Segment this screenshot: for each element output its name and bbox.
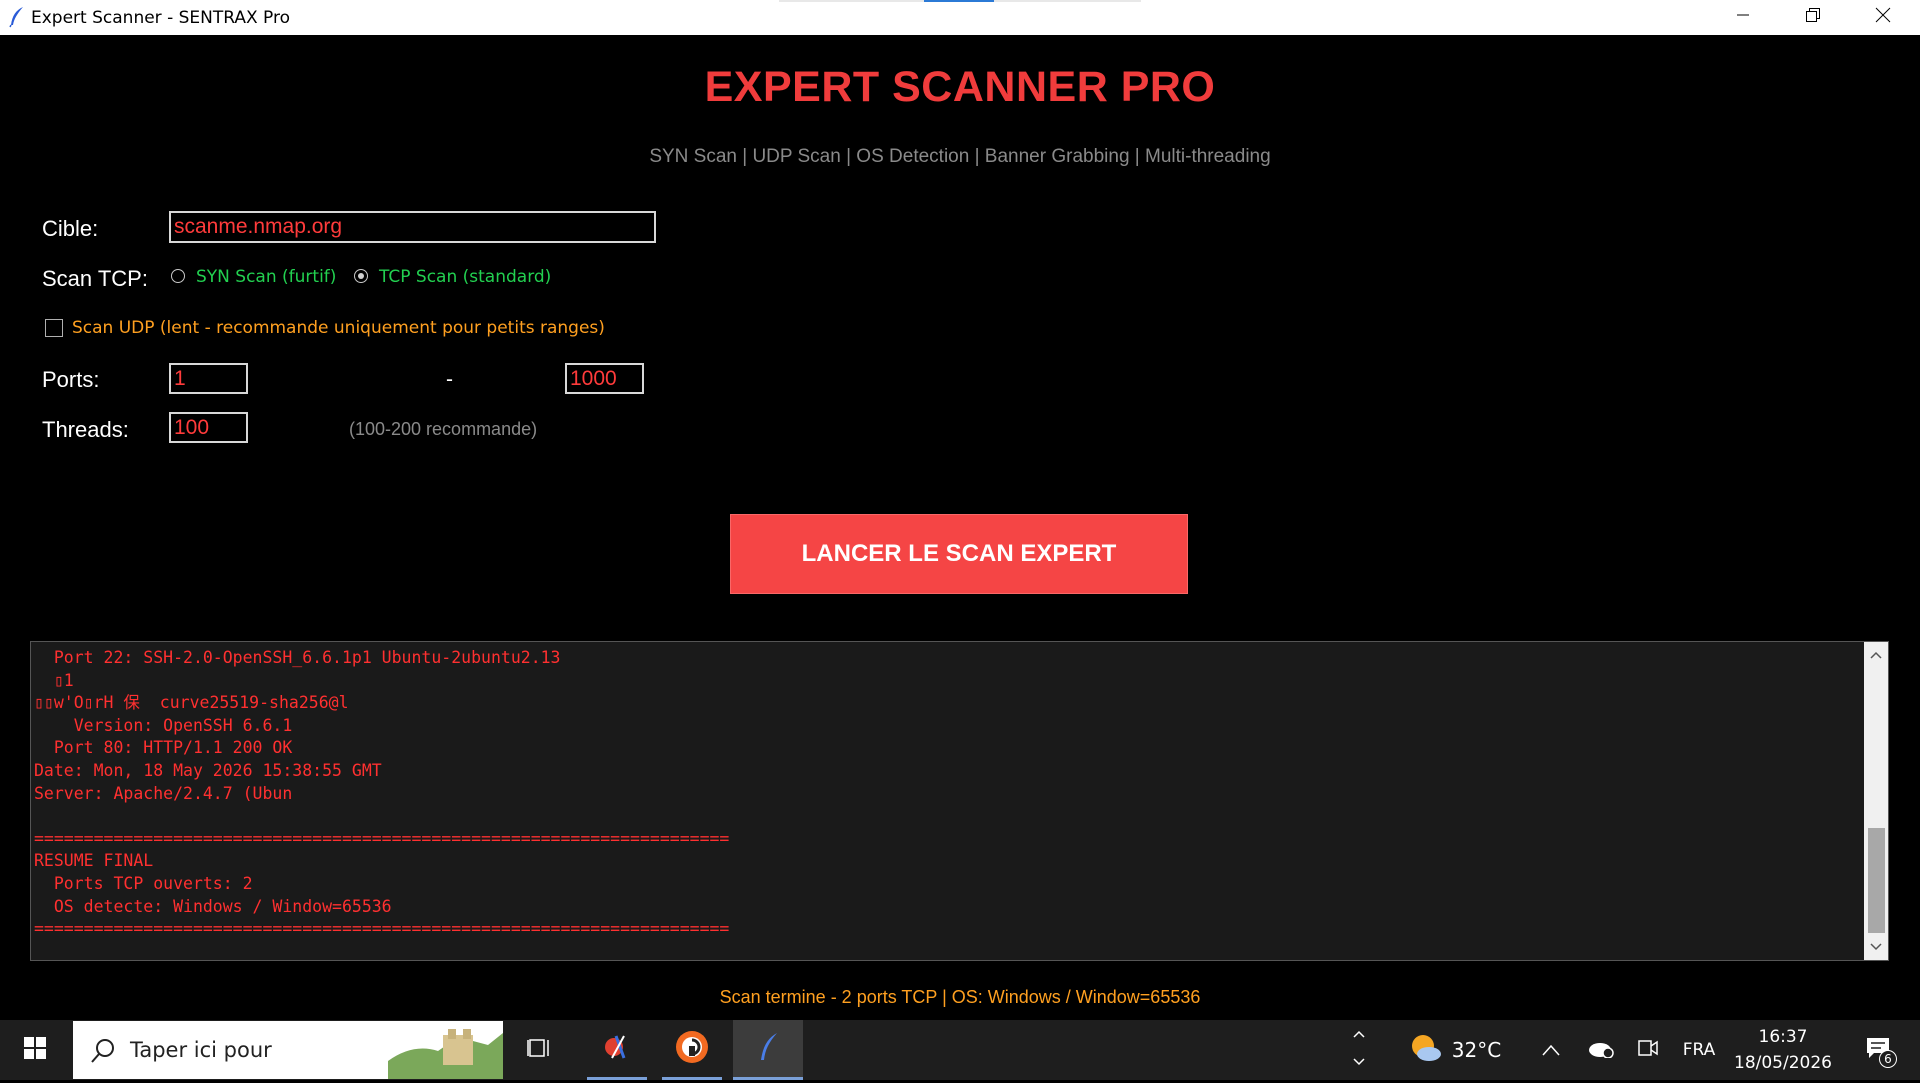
start-button[interactable] [0, 1020, 70, 1080]
windows-start-icon [23, 1036, 47, 1064]
onedrive-icon [1586, 1038, 1614, 1062]
chevron-up-down-icon [1352, 1028, 1366, 1072]
console-line: RESUME FINAL [34, 851, 154, 871]
notification-icon: 6 [1865, 1036, 1897, 1068]
language-indicator[interactable]: FRA [1678, 1020, 1720, 1080]
console-line: Server: Apache/2.4.7 (Ubun [34, 783, 293, 803]
window-titlebar: Expert Scanner - SENTRAX Pro [0, 0, 1920, 35]
meet-tray-button[interactable] [1630, 1020, 1666, 1080]
scroll-up-button[interactable] [1864, 644, 1888, 666]
taskbar-app-feather[interactable] [733, 1020, 803, 1080]
minimize-icon [1736, 8, 1750, 27]
syn-scan-label[interactable]: SYN Scan (furtif) [196, 267, 336, 287]
feather-icon [755, 1032, 781, 1066]
chevron-up-icon [1542, 1041, 1560, 1060]
weather-icon [1409, 1033, 1443, 1067]
chevron-up-icon [1870, 646, 1882, 664]
scan-output-console[interactable]: Port 22: SSH-2.0-OpenSSH_6.6.1p1 Ubuntu-… [30, 641, 1889, 961]
page-title: EXPERT SCANNER PRO [704, 63, 1216, 111]
console-line: ▯▯w'O▯rH 保 curve25519-sha256@l [34, 693, 349, 713]
close-icon [1875, 7, 1891, 28]
app-circle-icon [675, 1030, 709, 1068]
tray-overflow-button[interactable] [1535, 1020, 1567, 1080]
notification-count-badge: 6 [1879, 1050, 1897, 1068]
taskbar-app-circle[interactable] [662, 1020, 722, 1080]
language-text: FRA [1682, 1040, 1716, 1060]
close-button[interactable] [1848, 0, 1918, 35]
syn-scan-radio[interactable] [171, 269, 185, 283]
page-subtitle: SYN Scan | UDP Scan | OS Detection | Ban… [649, 146, 1271, 167]
console-line: OS detecte: Windows / Window=65536 [53, 896, 392, 916]
console-text: Port 22: SSH-2.0-OpenSSH_6.6.1p1 Ubuntu-… [34, 647, 1854, 941]
taskbar: Taper ici pour 32°C FRA 16:37 18/05/2026 [0, 1020, 1920, 1080]
console-line: ▯1 [53, 670, 74, 690]
app-window: EXPERT SCANNER PRO SYN Scan | UDP Scan |… [0, 35, 1920, 1020]
console-line: Version: OpenSSH 6.6.1 [73, 715, 293, 735]
search-highlight-image [388, 1023, 503, 1083]
threads-input[interactable] [169, 412, 248, 443]
taskbar-app-snipping[interactable] [587, 1020, 647, 1080]
task-view-button[interactable] [510, 1020, 570, 1080]
target-input[interactable] [169, 211, 656, 243]
port-start-input[interactable] [169, 363, 248, 394]
weather-widget[interactable]: 32°C [1400, 1020, 1510, 1080]
onedrive-tray-button[interactable] [1580, 1020, 1620, 1080]
console-line: ========================================… [34, 919, 730, 939]
meet-icon [1637, 1037, 1659, 1063]
scan-tcp-label: Scan TCP: [42, 266, 148, 291]
taskbar-search-box[interactable]: Taper ici pour [73, 1021, 503, 1079]
console-line: Ports TCP ouverts: 2 [53, 873, 253, 893]
console-line: Port 22: SSH-2.0-OpenSSH_6.6.1p1 Ubuntu-… [53, 648, 561, 667]
task-view-icon [527, 1037, 553, 1063]
udp-scan-checkbox[interactable] [45, 319, 63, 337]
scroll-thumb[interactable] [1868, 828, 1885, 933]
console-line: Date: Mon, 18 May 2026 15:38:55 GMT [34, 760, 382, 780]
weather-temperature: 32°C [1451, 1038, 1502, 1062]
tcp-scan-radio[interactable] [354, 269, 368, 283]
udp-scan-label[interactable]: Scan UDP (lent - recommande uniquement p… [72, 318, 605, 338]
console-line: ========================================… [34, 828, 730, 848]
console-line: Port 80: HTTP/1.1 200 OK [53, 738, 293, 758]
console-scrollbar[interactable] [1864, 642, 1888, 960]
taskbar-scroll-control[interactable] [1346, 1020, 1372, 1080]
tcp-scan-label[interactable]: TCP Scan (standard) [379, 267, 551, 287]
threads-hint: (100-200 recommande) [349, 419, 538, 439]
feather-icon [6, 6, 28, 28]
launch-scan-label: LANCER LE SCAN EXPERT [801, 540, 1117, 567]
port-separator: - [446, 368, 453, 391]
window-title: Expert Scanner - SENTRAX Pro [31, 8, 291, 28]
notification-center-button[interactable]: 6 [1850, 1020, 1906, 1080]
titlebar-tab-active-indicator [924, 0, 994, 2]
chevron-down-icon [1870, 938, 1882, 956]
restore-button[interactable] [1778, 0, 1848, 35]
port-end-input[interactable] [565, 363, 644, 394]
launch-scan-button[interactable]: LANCER LE SCAN EXPERT [730, 514, 1188, 594]
clock[interactable]: 16:37 18/05/2026 [1728, 1020, 1838, 1080]
restore-icon [1805, 7, 1821, 28]
threads-label: Threads: [42, 417, 129, 442]
ports-label: Ports: [42, 367, 100, 392]
search-placeholder: Taper ici pour [130, 1038, 272, 1062]
app-snipping-icon [602, 1032, 632, 1066]
minimize-button[interactable] [1708, 0, 1778, 35]
scroll-down-button[interactable] [1864, 936, 1888, 958]
clock-time: 16:37 [1758, 1027, 1808, 1047]
status-bar-text: Scan termine - 2 ports TCP | OS: Windows… [719, 987, 1201, 1007]
clock-date: 18/05/2026 [1734, 1053, 1832, 1073]
search-icon [90, 1038, 116, 1068]
target-label: Cible: [42, 216, 99, 241]
